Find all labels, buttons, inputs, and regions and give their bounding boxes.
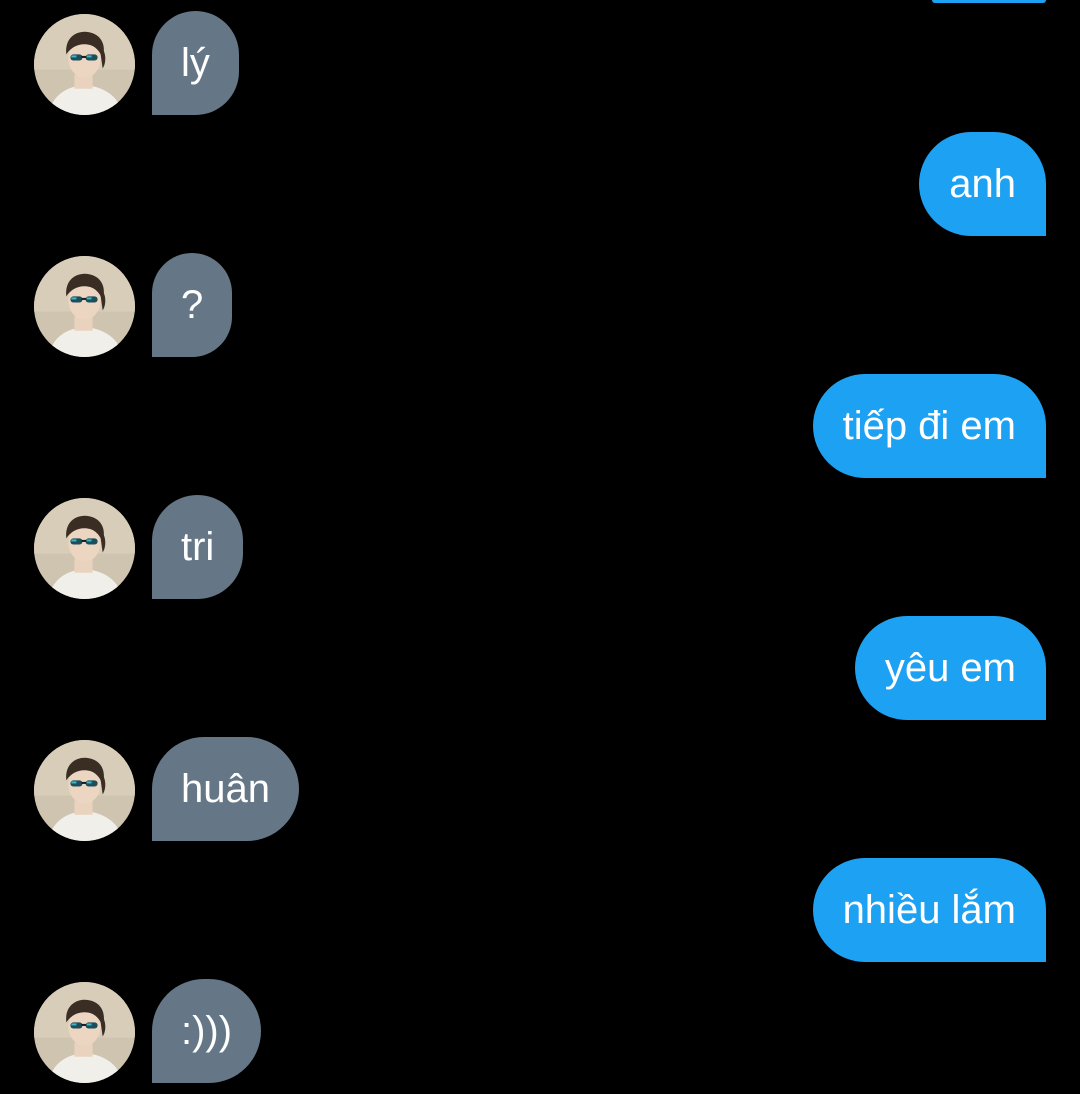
message-text: yêu em xyxy=(884,645,1016,690)
user-avatar-icon[interactable] xyxy=(34,982,135,1083)
incoming-message-bubble[interactable]: :))) xyxy=(152,979,262,1083)
user-avatar-icon[interactable] xyxy=(34,14,135,115)
message-text: :))) xyxy=(181,1008,233,1053)
message-text: ? xyxy=(181,282,204,327)
message-text: tiếp đi em xyxy=(842,403,1016,448)
outgoing-message-bubble[interactable]: yêu em xyxy=(854,616,1046,720)
outgoing-message-bubble[interactable]: tiếp đi em xyxy=(812,374,1046,478)
incoming-message-bubble[interactable]: tri xyxy=(152,495,244,599)
user-avatar-icon[interactable] xyxy=(34,498,135,599)
message-text: nhiều lắm xyxy=(842,887,1016,932)
message-text: huân xyxy=(181,766,270,811)
message-text: lý xyxy=(181,40,210,85)
previous-message-edge xyxy=(932,0,1046,3)
incoming-message-bubble[interactable]: huân xyxy=(152,737,299,841)
incoming-message-bubble[interactable]: ? xyxy=(152,253,233,357)
incoming-message-bubble[interactable]: lý xyxy=(152,11,239,115)
message-text: anh xyxy=(949,161,1016,206)
user-avatar-icon[interactable] xyxy=(34,740,135,841)
outgoing-message-bubble[interactable]: anh xyxy=(919,132,1046,236)
user-avatar-icon[interactable] xyxy=(34,256,135,357)
outgoing-message-bubble[interactable]: nhiều lắm xyxy=(812,858,1046,962)
message-text: tri xyxy=(181,524,215,569)
